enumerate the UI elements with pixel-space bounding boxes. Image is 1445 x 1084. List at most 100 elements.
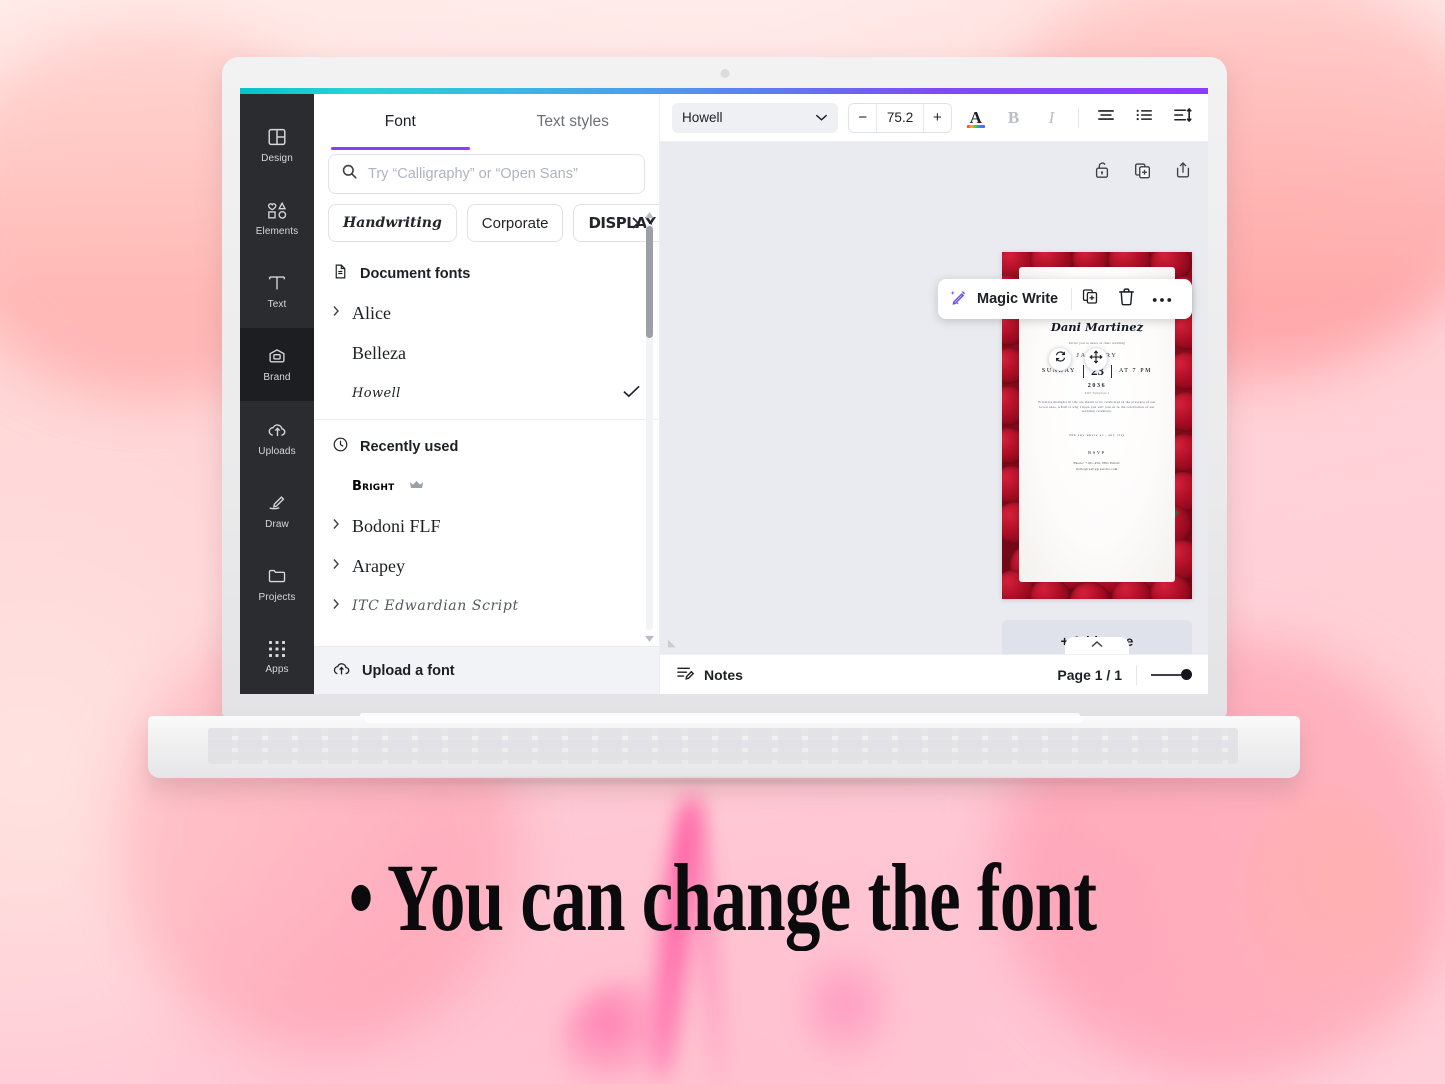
invite-body-text: Priceless moments in life are meant to b… [1035,400,1159,414]
scroll-up-icon[interactable] [644,210,655,221]
bold-button[interactable]: B [1000,104,1028,132]
zoom-slider-knob[interactable] [1181,669,1192,680]
lock-icon[interactable] [1093,160,1111,185]
check-icon [622,383,641,404]
chevron-right-icon[interactable] [629,215,643,236]
invite-template-label: EWI Template s [1019,391,1175,395]
magic-write-label: Magic Write [977,291,1058,307]
chevron-up-icon [1090,636,1104,654]
chevron-right-icon[interactable] [330,304,344,323]
sidebar-item-projects[interactable]: Projects [240,548,314,621]
invite-name-2: Dani Martinez [1019,320,1175,334]
zoom-slider[interactable] [1151,669,1192,680]
tab-text-styles[interactable]: Text styles [487,94,660,150]
bullet-list-button[interactable] [1130,104,1158,132]
document-icon [332,263,349,284]
move-handle-button[interactable] [1084,347,1108,371]
font-item-itc-edwardian-script[interactable]: ITC Edwardian Script [314,586,659,626]
upload-a-font-button[interactable]: Upload a font [314,646,659,694]
more-options-button[interactable] [1144,281,1180,317]
delete-button[interactable] [1108,281,1144,317]
italic-button[interactable]: I [1038,104,1066,132]
laptop-mockup: Design Elements [0,0,1445,800]
upload-label: Upload a font [362,663,455,679]
scrollbar-thumb[interactable] [646,226,653,338]
left-sidebar: Design Elements [240,94,314,694]
chip-handwriting[interactable]: Handwriting [328,204,457,242]
rotate-handle-icon [1054,350,1067,368]
notes-icon [676,665,695,685]
search-box[interactable] [328,154,645,194]
text-color-button[interactable]: A [962,104,990,132]
line-spacing-button[interactable] [1168,104,1196,132]
align-left-icon [1097,107,1115,128]
sidebar-item-apps[interactable]: Apps [240,621,314,694]
text-icon [266,272,288,294]
sidebar-item-design[interactable]: Design [240,108,314,181]
group-header-document-fonts: Document fonts [314,254,659,293]
sidebar-item-uploads[interactable]: Uploads [240,401,314,474]
scroll-down-icon[interactable] [644,633,655,644]
sidebar-item-draw[interactable]: Draw [240,474,314,547]
apps-icon [267,639,287,659]
caption-text: • You can change the font [188,842,1257,953]
font-item-belleza[interactable]: Belleza [314,333,659,373]
align-button[interactable] [1092,104,1120,132]
sidebar-item-label: Brand [263,372,290,383]
export-icon[interactable] [1174,160,1192,185]
chevron-right-icon[interactable] [330,597,344,616]
font-size-input[interactable]: 75.2 [876,104,924,132]
chip-corporate[interactable]: Corporate [467,204,564,242]
status-divider [1136,665,1137,685]
text-color-label: A [970,109,982,126]
editor-area: Howell − 75.2 + A [660,94,1208,694]
duplicate-button[interactable] [1072,281,1108,317]
search-input[interactable] [368,166,632,182]
invite-share-line: Invite you to share in their wedding [1019,341,1175,345]
chevron-right-icon[interactable] [330,517,344,536]
zoom-slider-track[interactable] [1151,674,1181,676]
chevron-right-icon[interactable] [330,557,344,576]
font-family-select[interactable]: Howell [672,103,838,133]
canvas-corner-marker: ◣ [668,638,676,649]
font-item-bodoni-flf[interactable]: Bodoni FLF [314,506,659,546]
font-name: Belleza [352,343,641,364]
font-item-alice[interactable]: Alice [314,293,659,333]
status-bar: Notes Page 1 / 1 [660,654,1208,694]
sidebar-item-brand[interactable]: Brand [240,328,314,401]
font-size-increase-button[interactable]: + [924,104,951,132]
canvas-top-tools [1093,160,1192,185]
invite-contact-email: hello@reallygreatsite.com [1019,467,1175,471]
bullet-list-icon [1135,107,1153,128]
sidebar-item-label: Design [261,153,293,164]
tab-font[interactable]: Font [314,94,487,150]
notes-button[interactable]: Notes [676,665,743,685]
font-name: Bodoni FLF [352,516,641,537]
font-item-arapey[interactable]: Arapey [314,546,659,586]
font-panel: Font Text styles Handwriting [314,94,660,694]
line-spacing-icon [1173,107,1192,128]
canvas-area[interactable]: Together with their families Anna Katrin… [660,142,1208,654]
collapse-panel-button[interactable] [1065,637,1129,654]
invite-venue: 206 any where st., any city [1019,433,1175,437]
sidebar-item-label: Elements [256,226,299,237]
font-list[interactable]: Document fonts Alice Belleza [314,254,659,646]
magic-write-button[interactable]: Magic Write [950,288,1071,310]
color-swatch [967,125,985,128]
sidebar-item-elements[interactable]: Elements [240,181,314,254]
laptop-keyboard [208,728,1238,764]
font-item-bright[interactable]: Bright [314,466,659,506]
app-screen: Design Elements [240,88,1208,694]
font-list-scrollbar[interactable] [644,210,655,644]
font-size-decrease-button[interactable]: − [849,104,876,132]
elements-icon [266,199,289,221]
italic-label: I [1049,108,1055,128]
duplicate-icon[interactable] [1133,160,1152,185]
more-dots-icon [1152,290,1172,308]
rotate-handle-button[interactable] [1048,347,1072,371]
brand-icon [266,345,288,367]
font-item-howell[interactable]: Howell [314,373,659,413]
group-title: Recently used [360,439,458,455]
sidebar-item-text[interactable]: Text [240,255,314,328]
page-count-label: Page 1 / 1 [1057,667,1122,683]
